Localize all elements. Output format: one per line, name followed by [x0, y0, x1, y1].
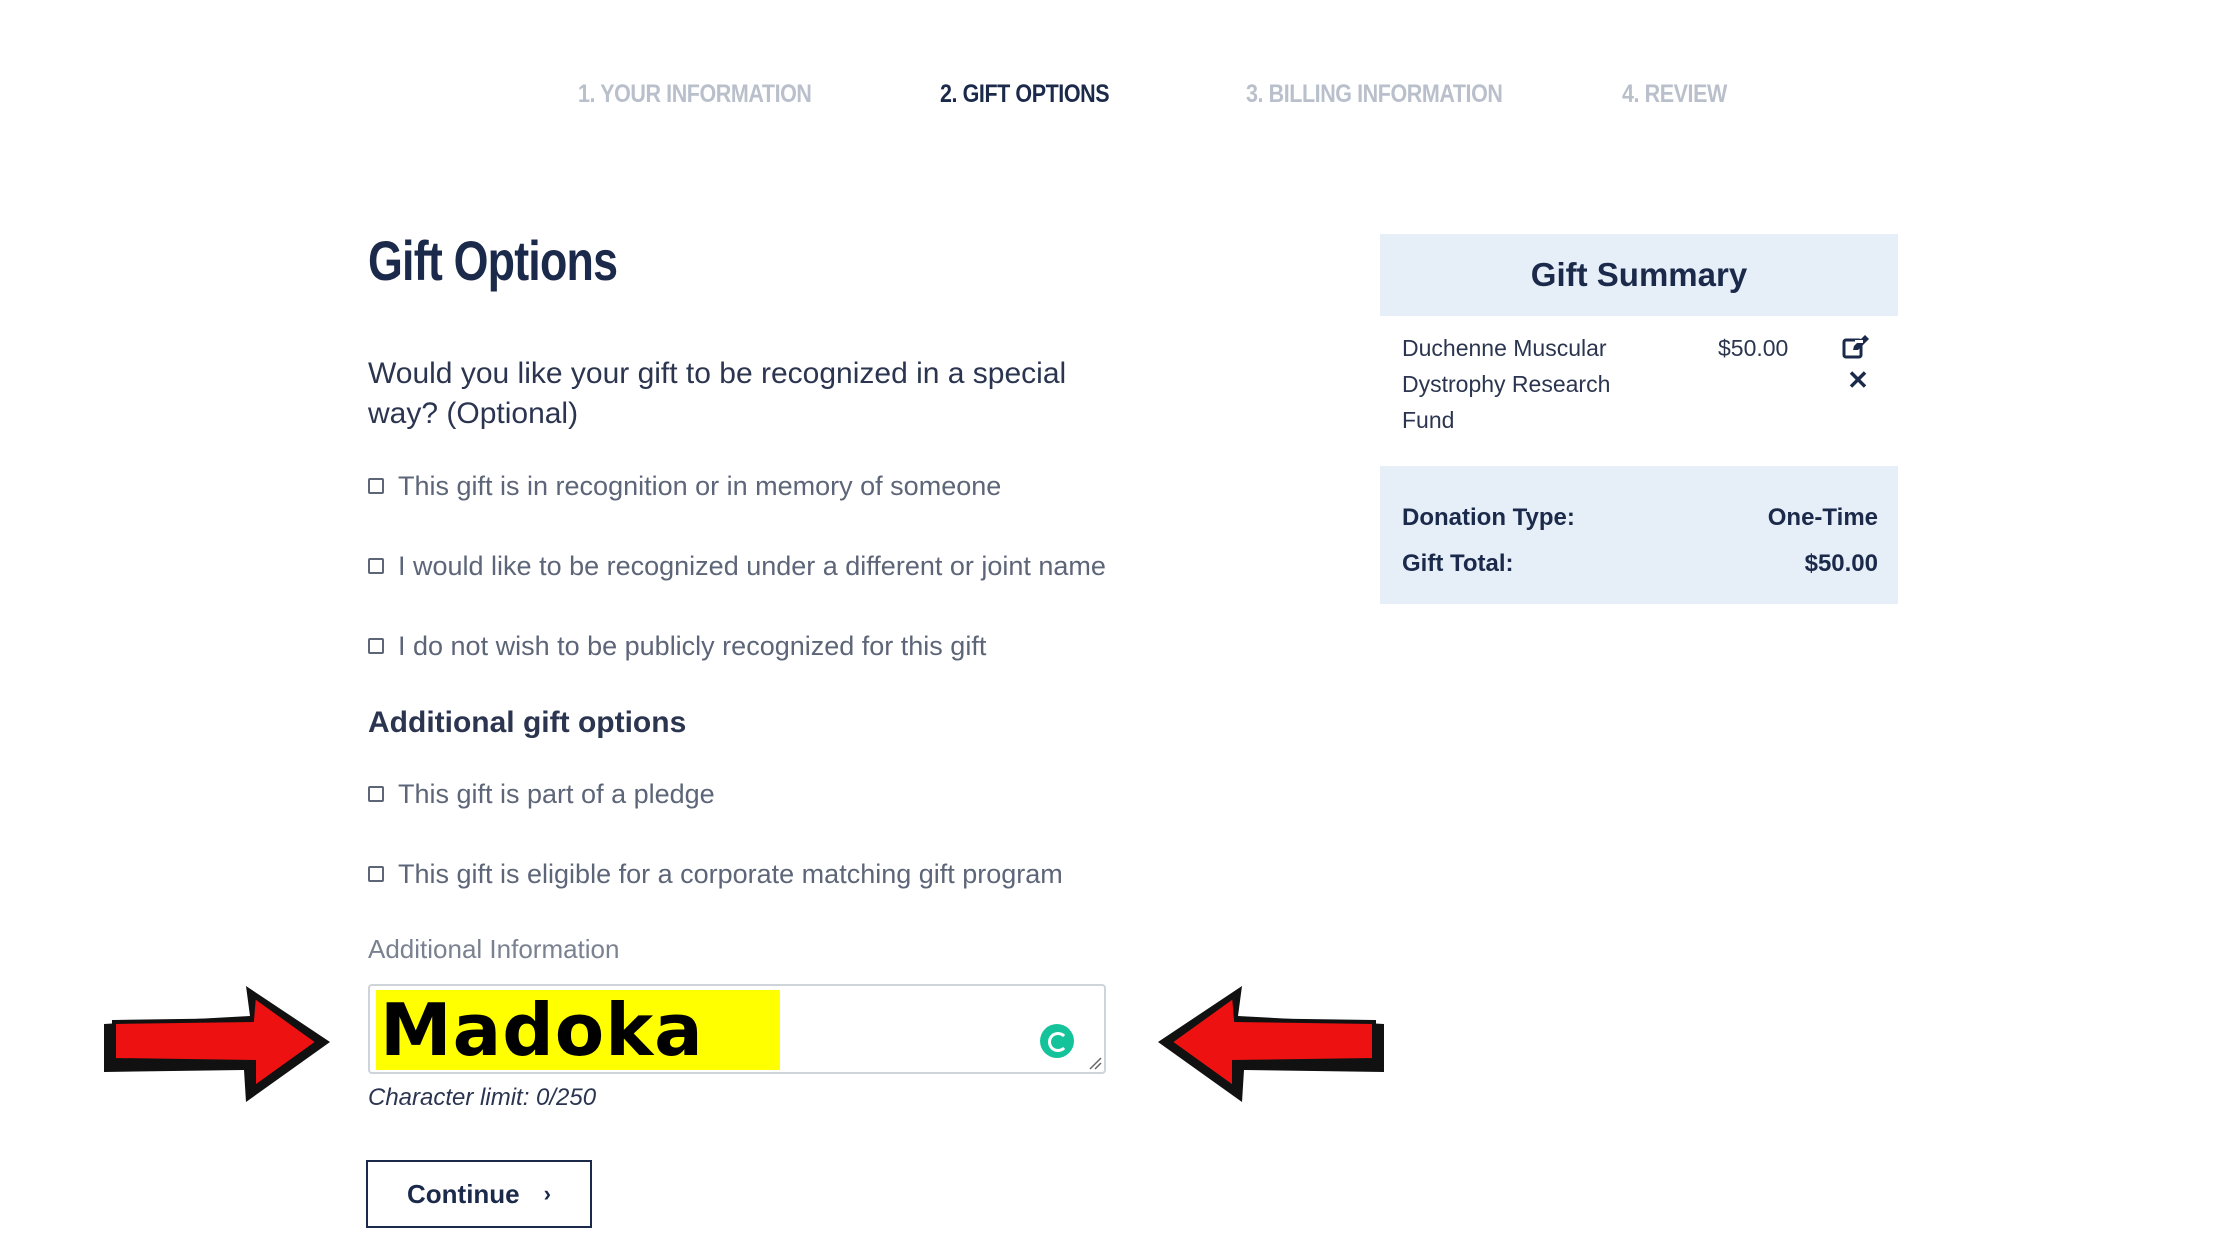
step-billing-information[interactable]: 3. BILLING INFORMATION — [1246, 80, 1503, 109]
fund-name: Duchenne Muscular Dystrophy Research Fun… — [1402, 335, 1611, 433]
gift-totals: Donation Type: One-Time Gift Total: $50.… — [1380, 466, 1898, 604]
donation-type-value: One-Time — [1767, 504, 1878, 531]
option-label: I do not wish to be publicly recognized … — [398, 630, 987, 661]
recognition-option-memory[interactable]: This gift is in recognition or in memory… — [368, 468, 1001, 504]
donation-type-label: Donation Type: — [1402, 504, 1575, 531]
grammarly-icon[interactable] — [1040, 1024, 1074, 1058]
recognition-option-anonymous[interactable]: I do not wish to be publicly recognized … — [368, 628, 986, 664]
additional-information-label: Additional Information — [368, 934, 620, 964]
continue-button[interactable]: Continue › — [366, 1160, 592, 1228]
fund-amount: $50.00 — [1718, 335, 1789, 361]
gift-total-label: Gift Total: — [1402, 550, 1514, 577]
option-label: This gift is part of a pledge — [398, 778, 715, 809]
option-label: This gift is in recognition or in memory… — [398, 470, 1002, 501]
edit-icon[interactable] — [1842, 334, 1870, 360]
donation-type-row: Donation Type: One-Time — [1402, 504, 1878, 532]
close-icon[interactable]: ✕ — [1846, 367, 1870, 393]
additional-options-title: Additional gift options — [368, 706, 687, 739]
checkbox[interactable] — [368, 638, 384, 654]
step-your-information[interactable]: 1. YOUR INFORMATION — [578, 80, 812, 109]
recognition-option-joint-name[interactable]: I would like to be recognized under a di… — [368, 548, 1106, 584]
character-limit: Character limit: 0/250 — [368, 1084, 597, 1111]
page-title: Gift Options — [368, 229, 618, 292]
checkbox[interactable] — [368, 558, 384, 574]
chevron-right-icon: › — [543, 1181, 551, 1206]
step-review[interactable]: 4. REVIEW — [1622, 80, 1727, 109]
checkbox[interactable] — [368, 866, 384, 882]
red-arrow-left-icon — [1158, 986, 1384, 1102]
option-label: I would like to be recognized under a di… — [398, 550, 1106, 581]
recognition-question: Would you like your gift to be recognize… — [368, 357, 1067, 430]
option-label: This gift is eligible for a corporate ma… — [398, 858, 1063, 889]
gift-summary-title: Gift Summary — [1530, 256, 1748, 293]
checkbox[interactable] — [368, 786, 384, 802]
checkout-steps: 1. YOUR INFORMATION 2. GIFT OPTIONS 3. B… — [0, 80, 2240, 120]
additional-option-pledge[interactable]: This gift is part of a pledge — [368, 776, 715, 812]
additional-information-textarea[interactable]: Madoka — [368, 984, 1106, 1074]
gift-total-row: Gift Total: $50.00 — [1402, 550, 1878, 578]
gift-total-value: $50.00 — [1804, 550, 1878, 577]
gift-summary-header: Gift Summary — [1380, 234, 1898, 316]
red-arrow-right-icon — [104, 986, 330, 1102]
continue-label: Continue — [407, 1178, 520, 1209]
additional-option-matching-gift[interactable]: This gift is eligible for a corporate ma… — [368, 856, 1063, 892]
textarea-value: Madoka — [376, 990, 780, 1070]
checkbox[interactable] — [368, 478, 384, 494]
step-gift-options[interactable]: 2. GIFT OPTIONS — [940, 80, 1110, 109]
resize-grip-icon[interactable] — [1088, 1056, 1102, 1070]
